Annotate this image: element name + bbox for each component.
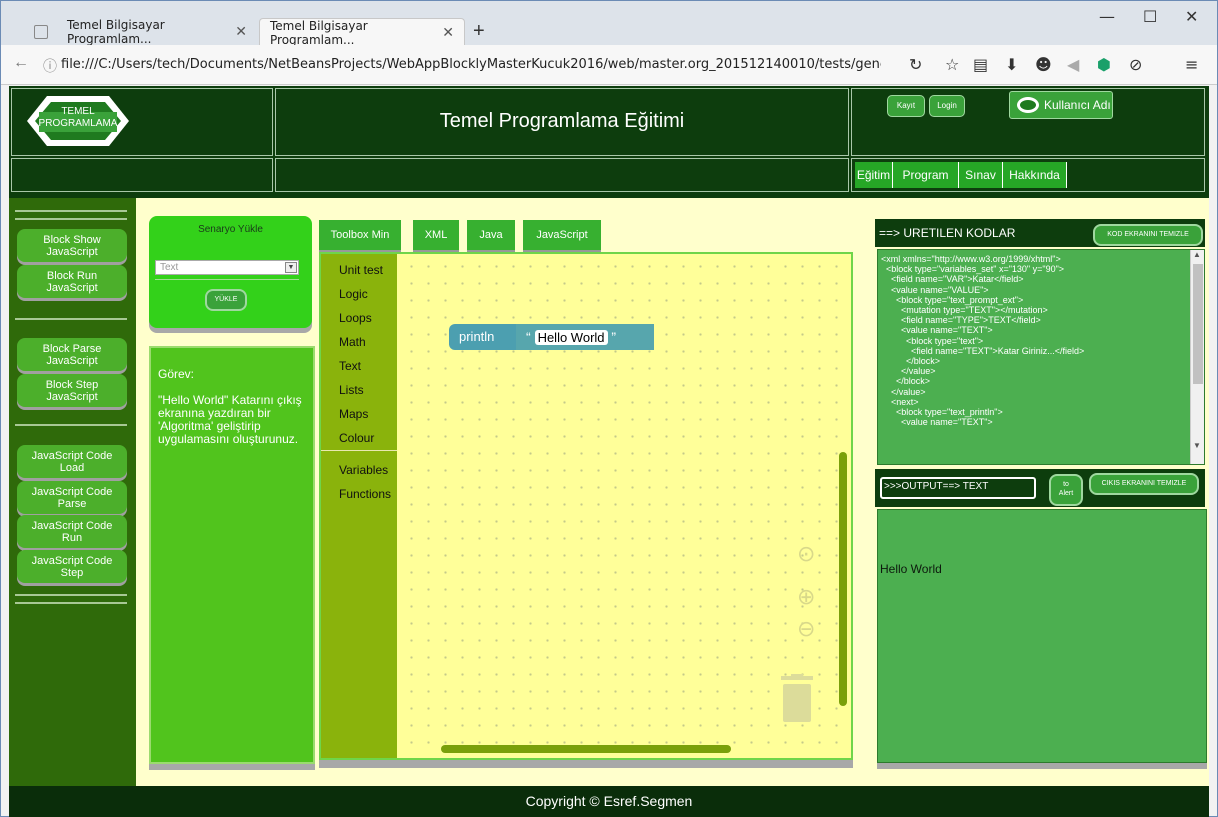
user-logo-icon bbox=[1017, 97, 1039, 113]
code-output-area[interactable]: <xml xmlns="http://www.w3.org/1999/xhtml… bbox=[877, 249, 1205, 465]
register-button[interactable]: Kayıt bbox=[887, 95, 925, 117]
generated-code: <xml xmlns="http://www.w3.org/1999/xhtml… bbox=[881, 254, 1085, 428]
tab-2[interactable]: Temel Bilgisayar Programlam... ✕ bbox=[259, 18, 465, 47]
menu-icon[interactable]: ≡ bbox=[1185, 55, 1198, 74]
recenter-icon[interactable]: ⊙ bbox=[797, 541, 815, 567]
output-area[interactable]: Hello World bbox=[877, 509, 1207, 763]
tab-bar: Temel Bilgisayar Programlam... ✕ Temel B… bbox=[1, 1, 1217, 47]
blockly-workspace[interactable]: Unit test Logic Loops Math Text Lists Ma… bbox=[319, 252, 853, 760]
code-scrollbar[interactable]: ▲ ▼ bbox=[1190, 250, 1204, 464]
window-close-icon[interactable]: ✕ bbox=[1185, 7, 1198, 26]
category-text[interactable]: Text bbox=[339, 359, 361, 373]
output-text: Hello World bbox=[880, 562, 942, 576]
code-run-button[interactable]: JavaScript Code Run bbox=[17, 515, 127, 548]
send-icon[interactable]: ◀ bbox=[1067, 55, 1079, 74]
tab-2-title: Temel Bilgisayar Programlam... bbox=[270, 18, 368, 47]
minimize-icon[interactable]: — bbox=[1099, 7, 1115, 26]
task-text: "Hello World" Katarını çıkış ekranına ya… bbox=[158, 393, 302, 446]
back-icon[interactable]: ← bbox=[13, 54, 35, 76]
maximize-icon[interactable]: ☐ bbox=[1143, 7, 1157, 26]
site-title: Temel Programlama Eğitimi bbox=[439, 110, 685, 132]
clear-code-button[interactable]: KOD EKRANINI TEMIZLE bbox=[1093, 224, 1203, 246]
privacy-icon[interactable]: ⊘ bbox=[1129, 55, 1142, 74]
output-bar: >>>OUTPUT==> TEXT to Alert CIKIS EKRANINI… bbox=[875, 469, 1205, 507]
user-name: Kullanıcı Adı bbox=[1044, 98, 1111, 112]
navigation-bar: ← ⓘ file:///C:/Users/tech/Documents/NetB… bbox=[1, 45, 1217, 85]
text-block[interactable]: “ Hello World ” bbox=[516, 324, 654, 350]
bookmark-star-icon[interactable]: ☆ bbox=[945, 55, 959, 74]
web-page: TEMEL PROGRAMLAMA Temel Programlama Eğit… bbox=[9, 86, 1209, 817]
category-loops[interactable]: Loops bbox=[339, 311, 372, 325]
category-lists[interactable]: Lists bbox=[339, 383, 364, 397]
code-load-button[interactable]: JavaScript Code Load bbox=[17, 445, 127, 478]
footer: Copyright © Esref.Segmen bbox=[9, 786, 1209, 817]
code-step-button[interactable]: JavaScript Code Step bbox=[17, 550, 127, 583]
chevron-down-icon[interactable]: ▼ bbox=[1193, 441, 1201, 450]
xml-button[interactable]: XML bbox=[413, 220, 459, 250]
category-logic[interactable]: Logic bbox=[339, 287, 368, 301]
text-value[interactable]: Hello World bbox=[534, 330, 608, 345]
download-icon[interactable]: ⬇ bbox=[1005, 55, 1018, 74]
chevron-up-icon[interactable]: ▲ bbox=[1193, 250, 1201, 259]
svg-text:PROGRAMLAMA: PROGRAMLAMA bbox=[39, 118, 118, 129]
workspace-horizontal-scrollbar[interactable] bbox=[441, 745, 731, 753]
category-variables[interactable]: Variables bbox=[339, 463, 388, 477]
category-unit-test[interactable]: Unit test bbox=[339, 263, 383, 277]
javascript-button[interactable]: JavaScript bbox=[523, 220, 601, 250]
category-math[interactable]: Math bbox=[339, 335, 366, 349]
block-show-button[interactable]: Block Show JavaScript bbox=[17, 229, 127, 262]
pocket-icon[interactable]: ☻ bbox=[1035, 55, 1052, 74]
workspace-vertical-scrollbar[interactable] bbox=[839, 452, 847, 706]
menu-sinav[interactable]: Sınav bbox=[959, 162, 1003, 188]
task-panel: Görev: "Hello World" Katarını çıkış ekra… bbox=[149, 346, 315, 764]
category-functions[interactable]: Functions bbox=[339, 487, 391, 501]
zoom-in-icon[interactable]: ⊕ bbox=[797, 584, 815, 610]
site-info-icon[interactable]: ⓘ bbox=[43, 56, 57, 76]
scenario-load-button[interactable]: YÜKLE bbox=[205, 289, 247, 311]
scenario-panel: Senaryo Yükle Text ▼ YÜKLE bbox=[149, 216, 312, 328]
tab-1-title: Temel Bilgisayar Programlam... bbox=[67, 18, 165, 46]
toolbox-min-button[interactable]: Toolbox Min bbox=[319, 220, 401, 250]
extension-icon[interactable]: ⬢ bbox=[1097, 55, 1111, 74]
zoom-out-icon[interactable]: ⊖ bbox=[797, 616, 815, 642]
block-parse-button[interactable]: Block Parse JavaScript bbox=[17, 338, 127, 371]
reload-icon[interactable]: ↻ bbox=[909, 55, 922, 74]
clear-output-button[interactable]: CIKIS EKRANINI TEMIZLE bbox=[1089, 473, 1199, 495]
trash-icon[interactable] bbox=[779, 674, 815, 722]
reading-list-icon[interactable]: ▤ bbox=[973, 55, 988, 74]
user-button[interactable]: Kullanıcı Adı bbox=[1009, 91, 1113, 119]
scenario-select[interactable]: Text ▼ bbox=[155, 260, 299, 275]
chevron-down-icon: ▼ bbox=[285, 262, 297, 273]
category-maps[interactable]: Maps bbox=[339, 407, 368, 421]
login-button[interactable]: Login bbox=[929, 95, 965, 117]
output-field[interactable]: >>>OUTPUT==> TEXT bbox=[880, 477, 1036, 499]
logo-icon: TEMEL PROGRAMLAMA bbox=[27, 96, 129, 146]
page-header: TEMEL PROGRAMLAMA Temel Programlama Eğit… bbox=[9, 86, 1209, 198]
code-parse-button[interactable]: JavaScript Code Parse bbox=[17, 481, 127, 514]
tab-1[interactable]: Temel Bilgisayar Programlam... ✕ bbox=[29, 18, 257, 46]
toolbox: Unit test Logic Loops Math Text Lists Ma… bbox=[321, 254, 397, 758]
category-colour[interactable]: Colour bbox=[339, 431, 374, 445]
url-bar[interactable]: file:///C:/Users/tech/Documents/NetBeans… bbox=[61, 53, 881, 77]
task-label: Görev: bbox=[158, 367, 195, 381]
tab-2-close-icon[interactable]: ✕ bbox=[442, 25, 454, 41]
tab-1-close-icon[interactable]: ✕ bbox=[235, 24, 247, 40]
menu-hakkinda[interactable]: Hakkında bbox=[1003, 162, 1067, 188]
scenario-title: Senaryo Yükle bbox=[198, 224, 263, 235]
to-alert-button[interactable]: to Alert bbox=[1049, 474, 1083, 506]
block-step-button[interactable]: Block Step JavaScript bbox=[17, 374, 127, 407]
new-tab-button[interactable]: + bbox=[473, 20, 485, 43]
left-sidebar: Block Show JavaScript Block Run JavaScript… bbox=[9, 198, 136, 786]
menu-program[interactable]: Program bbox=[893, 162, 959, 188]
println-block[interactable]: println bbox=[449, 324, 519, 350]
svg-text:TEMEL: TEMEL bbox=[61, 106, 95, 117]
menu-egitim[interactable]: Eğitim bbox=[855, 162, 893, 188]
block-run-button[interactable]: Block Run JavaScript bbox=[17, 265, 127, 298]
java-button[interactable]: Java bbox=[467, 220, 515, 250]
